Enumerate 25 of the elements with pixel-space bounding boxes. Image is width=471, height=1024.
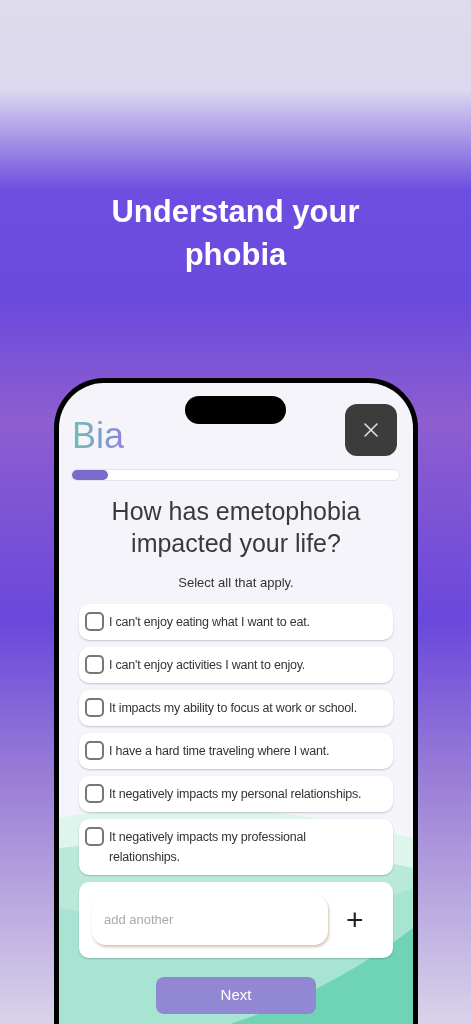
question: How has emetophobia impacted your life? xyxy=(110,496,362,559)
option-label: It negatively impacts my professional relationships. xyxy=(109,828,307,866)
option-card[interactable]: It impacts my ability to focus at work or school. xyxy=(79,689,393,726)
checkbox[interactable] xyxy=(85,826,104,846)
checkbox[interactable] xyxy=(85,740,104,760)
option-label: I can't enjoy activities I want to enjoy. xyxy=(109,656,306,674)
checkbox[interactable] xyxy=(85,783,104,803)
option-card[interactable]: I have a hard time traveling where I want. xyxy=(79,732,393,769)
subtitle: Select all that apply. xyxy=(177,574,295,592)
checkbox[interactable] xyxy=(85,611,104,631)
close-button[interactable] xyxy=(345,404,397,456)
checkbox[interactable] xyxy=(85,654,104,674)
option-card[interactable]: It negatively impacts my professional relationships. xyxy=(79,818,393,875)
option-card[interactable]: I can't enjoy activities I want to enjoy. xyxy=(79,646,393,683)
add-card[interactable]: add another + xyxy=(79,881,393,958)
option-label: It impacts my ability to focus at work or school. xyxy=(109,699,357,717)
option-card[interactable]: I can't enjoy eating what I want to eat. xyxy=(79,603,393,640)
option-card[interactable]: It negatively impacts my personal relationships. xyxy=(79,775,393,812)
option-label: I can't enjoy eating what I want to eat. xyxy=(109,613,310,631)
checkbox[interactable] xyxy=(85,697,104,717)
option-label: I have a hard time traveling where I want. xyxy=(109,742,330,760)
headline: Understand your phobia xyxy=(110,193,361,274)
add-button[interactable]: + xyxy=(342,904,368,935)
add-another-field[interactable]: add another xyxy=(92,894,328,945)
option-label: It negatively impacts my personal relationships. xyxy=(109,785,362,803)
